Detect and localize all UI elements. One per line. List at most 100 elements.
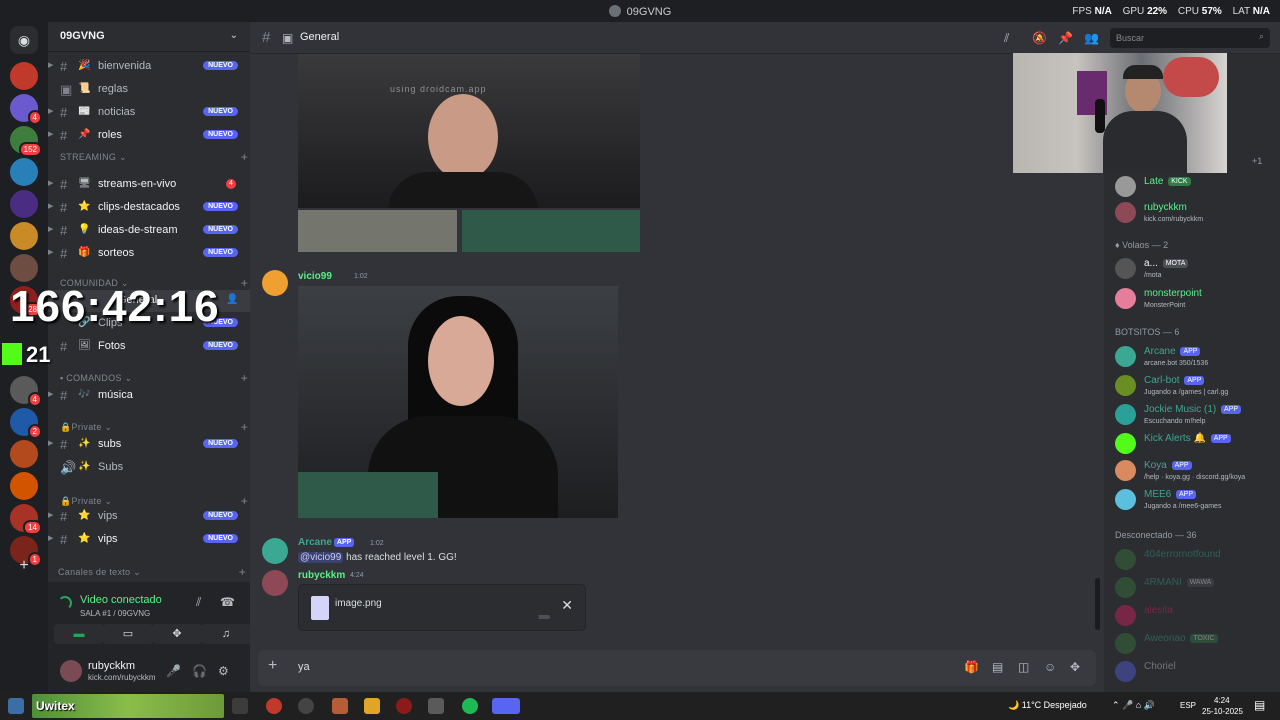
discord-icon[interactable]	[492, 698, 520, 714]
member-item[interactable]: Arcane APP arcane.bot 350/1536	[1115, 344, 1275, 374]
channel-item[interactable]: ▶ # 🎉 bienvenida NUEVO	[48, 56, 250, 78]
channel-item[interactable]: ▶ # 📰 noticias NUEVO	[48, 102, 250, 124]
category-private[interactable]: 🔒Private ⌄ +	[60, 420, 262, 434]
member-item[interactable]: monsterpoint MonsterPoint	[1115, 286, 1275, 316]
add-channel-icon[interactable]: +	[241, 276, 248, 290]
pin-icon[interactable]: 📌	[1058, 31, 1073, 45]
attachment-image[interactable]: using droidcam.app	[298, 54, 640, 208]
channel-item[interactable]: ▶ # 🖥 streams-en-vivo 4	[48, 174, 250, 196]
language-indicator[interactable]: ESP	[1180, 701, 1196, 710]
server-header[interactable]: 09GVNG ⌄	[48, 22, 250, 52]
apps-icon[interactable]: ✥	[1070, 660, 1080, 674]
message-input[interactable]: ya	[298, 661, 310, 673]
add-server-icon[interactable]: +	[10, 552, 38, 580]
channel-item[interactable]: ▶ # 💡 ideas-de-stream NUEVO	[48, 220, 250, 242]
plus-icon[interactable]: +	[268, 657, 277, 675]
member-item[interactable]: 4RMANI WAWA	[1115, 575, 1275, 605]
channel-item[interactable]: ▶ # ⭐ clips-destacados NUEVO	[48, 197, 250, 219]
app-icon[interactable]	[298, 698, 314, 714]
headphones-icon[interactable]: 🎧	[192, 664, 207, 678]
threads-icon[interactable]: ⫽	[1004, 31, 1009, 46]
weather-widget[interactable]: 🌙 11°C Despejado	[1008, 700, 1087, 711]
member-item[interactable]: alesita	[1115, 603, 1275, 633]
server-icon[interactable]	[10, 254, 38, 282]
add-channel-icon[interactable]: +	[241, 150, 248, 164]
task-view-icon[interactable]	[232, 698, 248, 714]
avatar[interactable]	[262, 570, 288, 596]
server-icon[interactable]: 14	[10, 504, 42, 535]
app-icon[interactable]	[332, 698, 348, 714]
scrollbar[interactable]	[1095, 578, 1100, 630]
server-icon[interactable]: 4	[10, 376, 42, 407]
sticker-icon[interactable]: ◫	[1018, 660, 1029, 674]
clock-date[interactable]: 25-10-2025	[1202, 707, 1243, 716]
channel-item[interactable]: ▶ # ✨ subs NUEVO	[48, 434, 250, 456]
message-author[interactable]: vicio99	[298, 271, 332, 282]
channel-item[interactable]: ▶ # 🎁 sorteos NUEVO	[48, 243, 250, 265]
gear-icon[interactable]: ⚙	[218, 664, 229, 678]
noise-suppression-icon[interactable]: ⫽	[196, 595, 201, 610]
soundboard-button[interactable]: ♫	[201, 624, 251, 644]
category-canales-de-texto[interactable]: Canales de texto ⌄ +	[58, 565, 260, 579]
add-channel-icon[interactable]: +	[239, 565, 246, 579]
channel-item[interactable]: ▣ 📜 reglas	[48, 79, 250, 101]
channel-item[interactable]: ▶ # ⭐ vips NUEVO	[48, 529, 250, 551]
avatar[interactable]	[262, 538, 288, 564]
channel-item[interactable]: ▶ # 🎶 música	[48, 385, 250, 407]
member-item[interactable]: Koya APP/help · koya.gg · discord.gg/koy…	[1115, 458, 1275, 488]
app-icon[interactable]	[266, 698, 282, 714]
channel-item[interactable]: ▶ # ⭐ vips NUEVO	[48, 506, 250, 528]
member-item[interactable]: Jockie Music (1) APP Escuchando m!help	[1115, 402, 1275, 432]
server-icon[interactable]	[10, 190, 38, 218]
notification-icon[interactable]: ▤	[1254, 698, 1265, 712]
start-icon[interactable]	[8, 698, 24, 714]
spotify-icon[interactable]	[462, 698, 478, 714]
server-icon[interactable]: 4	[10, 94, 42, 125]
server-icon[interactable]	[10, 62, 38, 90]
channel-item[interactable]: 🔊 ✨ Subs	[48, 457, 250, 479]
message-composer[interactable]: + ya 🎁 ▤ ◫ ☺ ✥	[258, 650, 1096, 686]
discord-home-icon[interactable]: ◉	[10, 26, 38, 54]
uwitex-widget[interactable]: Uwitex	[32, 694, 224, 718]
disconnect-icon[interactable]: ☎	[220, 595, 235, 609]
attachment-image[interactable]	[298, 286, 618, 518]
gif-icon[interactable]: ▤	[992, 660, 1003, 674]
server-icon[interactable]	[10, 158, 38, 186]
folder-icon[interactable]	[364, 698, 380, 714]
attachment-image[interactable]	[298, 210, 457, 252]
add-channel-icon[interactable]: +	[241, 420, 248, 434]
username[interactable]: rubyckkm	[88, 660, 135, 672]
members-icon[interactable]: 👥	[1084, 31, 1099, 45]
category-streaming[interactable]: STREAMING ⌄ +	[60, 150, 262, 164]
tray-icons[interactable]: ⌃ 🎤 ⌂ 🔊	[1112, 700, 1155, 711]
app-icon[interactable]	[396, 698, 412, 714]
member-item[interactable]: Choriel	[1115, 659, 1275, 689]
voice-status[interactable]: Video conectado	[80, 594, 162, 606]
member-item[interactable]: MEE6 APP Jugando a /mee6-games	[1115, 487, 1275, 517]
mute-icon[interactable]: 🔕	[1032, 31, 1047, 45]
member-item[interactable]: Aweonao TOXIC	[1115, 631, 1275, 661]
server-icon[interactable]	[10, 222, 38, 250]
user-mention[interactable]: @vicio99	[298, 552, 344, 563]
channel-item[interactable]: ▶ # 📌 roles NUEVO	[48, 125, 250, 147]
add-member-icon[interactable]: 👤	[226, 295, 238, 305]
avatar[interactable]	[60, 660, 82, 682]
message-author[interactable]: rubyckkm	[298, 570, 345, 581]
gift-icon[interactable]: 🎁	[964, 660, 979, 674]
message-author[interactable]: Arcane APP	[298, 537, 355, 548]
screen-share-button[interactable]: ▭	[103, 624, 153, 644]
member-item[interactable]: Carl-bot APP Jugando a /games | carl.gg	[1115, 373, 1275, 403]
server-icon[interactable]	[10, 440, 38, 468]
attachment-image[interactable]	[462, 210, 640, 252]
channel-item[interactable]: # 🖼 Fotos NUEVO	[48, 336, 250, 358]
search-input[interactable]: Buscar ⌕	[1110, 28, 1270, 48]
member-item[interactable]: 404errornotfound	[1115, 547, 1275, 577]
close-icon[interactable]: ✕	[561, 597, 573, 614]
clock-time[interactable]: 4:24	[1214, 696, 1230, 705]
camera-button[interactable]: ▬	[54, 624, 104, 644]
activity-button[interactable]: ✥	[152, 624, 202, 644]
member-item[interactable]: rubyckkm kick.com/rubyckkm	[1115, 200, 1275, 230]
member-item[interactable]: Kick Alerts 🔔 APP	[1115, 431, 1275, 461]
microphone-icon[interactable]: 🎤	[166, 664, 181, 678]
add-channel-icon[interactable]: +	[241, 371, 248, 385]
